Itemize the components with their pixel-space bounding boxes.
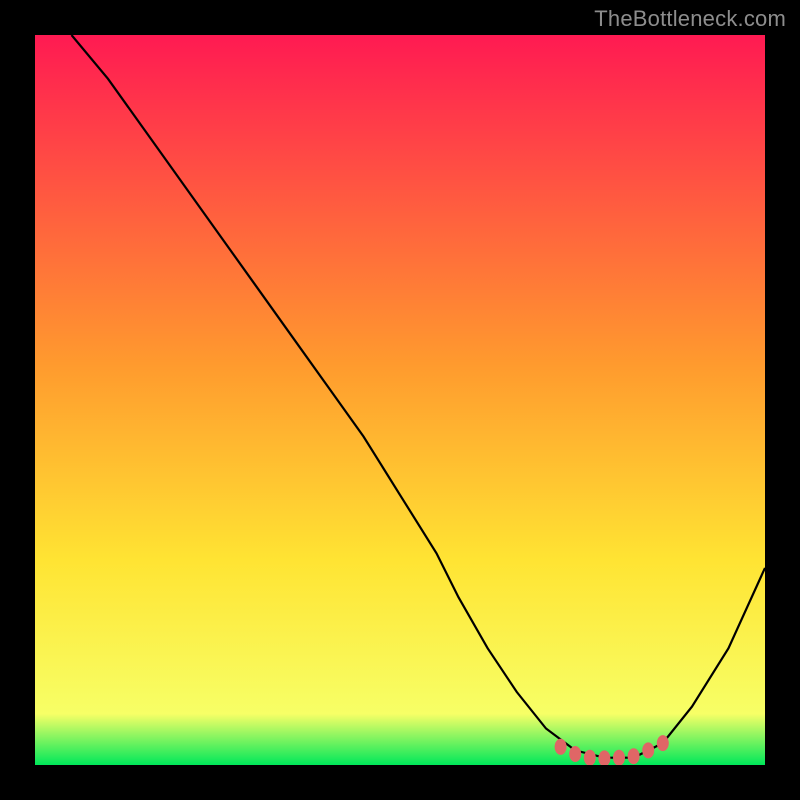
optimal-marker [569, 746, 581, 762]
optimal-marker [584, 750, 596, 765]
optimal-marker [628, 748, 640, 764]
optimal-marker [657, 735, 669, 751]
optimal-marker [613, 750, 625, 765]
watermark-text: TheBottleneck.com [594, 6, 786, 32]
gradient-background [35, 35, 765, 765]
chart-frame: TheBottleneck.com [0, 0, 800, 800]
optimal-marker [555, 739, 567, 755]
bottleneck-chart [35, 35, 765, 765]
optimal-marker [642, 742, 654, 758]
